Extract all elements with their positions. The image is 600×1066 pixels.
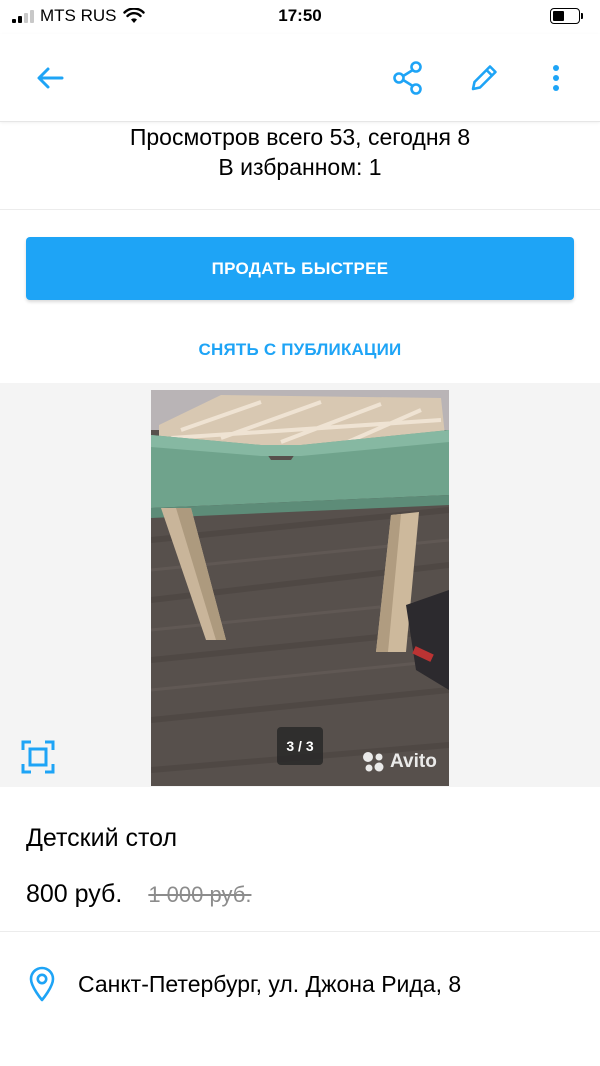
watermark-text: Avito [390, 751, 437, 772]
edit-button[interactable] [462, 56, 506, 100]
more-vertical-icon [553, 65, 559, 91]
nav-bar [0, 34, 600, 122]
avito-watermark: Avito [362, 751, 437, 773]
sell-faster-button[interactable]: ПРОДАТЬ БЫСТРЕЕ [26, 237, 574, 300]
unpublish-button[interactable]: СНЯТЬ С ПУБЛИКАЦИИ [0, 340, 600, 360]
photo-gallery[interactable]: 3 / 3 Avito [0, 383, 600, 787]
views-count: Просмотров всего 53, сегодня 8 [129, 124, 471, 150]
fullscreen-icon[interactable] [20, 739, 56, 775]
listing-stats: Просмотров всего 53, сегодня 8 В избранн… [0, 122, 600, 210]
photo-counter: 3 / 3 [277, 727, 323, 765]
battery-icon [550, 8, 583, 24]
avito-logo-icon [363, 752, 384, 772]
clock: 17:50 [278, 6, 322, 25]
favorites-count: В избранном: 1 [218, 154, 382, 180]
divider [0, 931, 600, 932]
back-button[interactable] [28, 56, 72, 100]
current-price: 800 руб. [26, 880, 123, 908]
more-button[interactable] [534, 56, 578, 100]
old-price: 1 000 руб. [148, 882, 252, 907]
share-button[interactable] [386, 56, 430, 100]
location-pin-icon [29, 966, 55, 1002]
address-row[interactable]: Санкт-Петербург, ул. Джона Рида, 8 [28, 966, 461, 1002]
price-row: 800 руб. 1 000 руб. [26, 880, 251, 909]
share-icon [393, 61, 422, 95]
status-bar: MTS RUS 17:50 [0, 0, 600, 34]
arrow-left-icon [37, 67, 64, 89]
pencil-icon [471, 65, 497, 91]
listing-title: Детский стол [26, 824, 178, 852]
address-text: Санкт-Петербург, ул. Джона Рида, 8 [78, 970, 462, 997]
